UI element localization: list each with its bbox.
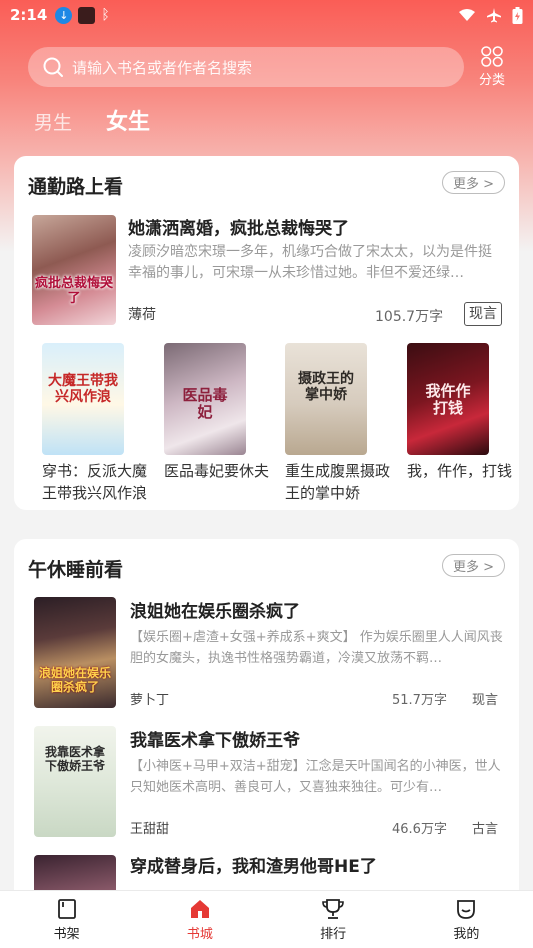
book-item[interactable]: 浪姐她在娱乐圈杀疯了 浪姐她在娱乐圈杀疯了 【娱乐圈+虐渣+女强+养成系+爽文】…	[14, 597, 519, 717]
section-title: 午休睡前看	[28, 559, 124, 581]
cover-title: 疯批总裁悔哭了	[34, 276, 113, 306]
book-author: 王甜甜	[130, 822, 170, 837]
status-time: 2:14	[10, 6, 48, 24]
book-cover: 我仵作打钱	[407, 343, 489, 455]
book-title: 浪姐她在娱乐圈杀疯了	[130, 602, 300, 622]
nav-ranking[interactable]: 排行	[267, 891, 400, 948]
app-notification-icon	[78, 6, 96, 24]
book-author: 薄荷	[128, 307, 156, 323]
book-genre: 古言	[472, 822, 499, 837]
featured-book[interactable]: 疯批总裁悔哭了 她潇洒离婚，疯批总裁悔哭了 凌顾汐暗恋宋璟一多年，机缘巧合做了宋…	[14, 156, 519, 326]
wifi-icon	[459, 9, 475, 21]
book-word-count: 51.7万字	[392, 693, 447, 708]
trophy-icon	[322, 899, 344, 919]
book-title: 穿书：反派大魔王带我兴风作浪	[42, 462, 148, 502]
book-word-count: 105.7万字	[375, 309, 444, 325]
nav-label: 我的	[453, 927, 480, 942]
nav-label: 书城	[186, 927, 213, 942]
book-item[interactable]: 大魔王带我兴风作浪 穿书：反派大魔王带我兴风作浪	[14, 343, 147, 502]
status-bar: 2:14 ↓ ᛒ	[0, 0, 533, 30]
book-cover: 医品毒妃	[164, 343, 246, 455]
cover-title: 摄政王的掌中娇	[298, 371, 354, 404]
book-cover: 我靠医术拿下傲娇王爷	[34, 726, 116, 837]
nav-label: 排行	[320, 927, 347, 942]
book-title: 我靠医术拿下傲娇王爷	[130, 731, 300, 751]
book-title: 她潇洒离婚，疯批总裁悔哭了	[128, 219, 349, 239]
book-item[interactable]: 我靠医术拿下傲娇王爷 我靠医术拿下傲娇王爷 【小神医+马甲+双洁+甜宠】江念是天…	[14, 726, 519, 846]
search-row: 请输入书名或者作者名搜索 分类	[28, 46, 518, 88]
book-cover: 摄政王的掌中娇	[285, 343, 367, 455]
search-placeholder: 请输入书名或者作者名搜索	[72, 58, 253, 77]
nav-bookstore[interactable]: 书城	[133, 891, 266, 948]
book-word-count: 46.6万字	[392, 822, 447, 837]
book-genre-tag: 现言	[464, 302, 502, 326]
tab-male[interactable]: 男生	[34, 108, 72, 135]
search-input[interactable]: 请输入书名或者作者名搜索	[28, 47, 464, 87]
section-nap: 午休睡前看 更多 > 浪姐她在娱乐圈杀疯了 浪姐她在娱乐圈杀疯了 【娱乐圈+虐渣…	[14, 539, 519, 909]
cover-title: 浪姐她在娱乐圈杀疯了	[38, 666, 111, 694]
more-button[interactable]: 更多 >	[441, 554, 505, 577]
gender-tabs: 男生 女生	[34, 104, 150, 136]
book-item[interactable]: 医品毒妃 医品毒妃要休夫	[136, 343, 269, 480]
category-button[interactable]: 分类	[474, 46, 510, 88]
book-item[interactable]: 摄政王的掌中娇 重生成腹黑摄政王的掌中娇	[257, 343, 390, 502]
nav-label: 书架	[53, 927, 80, 942]
nav-bookshelf[interactable]: 书架	[0, 891, 133, 948]
book-description: 凌顾汐暗恋宋璟一多年，机缘巧合做了宋太太，以为是件挺幸福的事儿，可宋璟一从未珍惜…	[128, 244, 492, 281]
category-label: 分类	[478, 73, 505, 88]
tab-female[interactable]: 女生	[106, 104, 150, 136]
book-title: 穿成替身后，我和渣男他哥HE了	[130, 857, 377, 877]
profile-icon	[457, 900, 476, 919]
book-title: 我，仵作，打钱	[407, 462, 513, 480]
bookstore-icon	[190, 900, 209, 918]
book-description: 【娱乐圈+虐渣+女强+养成系+爽文】 作为娱乐圈里人人闻风丧胆的女魔头，执逸书性…	[130, 630, 503, 666]
nav-profile[interactable]: 我的	[400, 891, 533, 948]
cover-title: 我靠医术拿下傲娇王爷	[44, 745, 105, 773]
book-title: 医品毒妃要休夫	[164, 462, 270, 480]
search-icon	[43, 57, 63, 77]
cover-title: 医品毒妃	[182, 386, 228, 422]
book-title: 重生成腹黑摄政王的掌中娇	[285, 462, 391, 502]
book-item[interactable]: 我仵作打钱 我，仵作，打钱	[379, 343, 512, 480]
book-description: 【小神医+马甲+双洁+甜宠】江念是天叶国闻名的小神医，世人只知她医术高明、善良可…	[130, 759, 501, 795]
download-icon: ↓	[55, 6, 73, 24]
cover-title: 大魔王带我兴风作浪	[48, 373, 118, 406]
airplane-icon	[487, 8, 501, 23]
category-icon	[481, 46, 503, 67]
book-genre: 现言	[472, 693, 499, 708]
cover-title: 我仵作打钱	[425, 382, 471, 418]
book-cover: 大魔王带我兴风作浪	[42, 343, 124, 455]
book-author: 萝卜丁	[130, 693, 170, 708]
battery-icon	[512, 6, 523, 24]
book-cover: 浪姐她在娱乐圈杀疯了	[34, 597, 116, 708]
section-commute: 通勤路上看 更多 > 疯批总裁悔哭了 她潇洒离婚，疯批总裁悔哭了 凌顾汐暗恋宋璟…	[14, 156, 519, 510]
bluetooth-icon: ᛒ	[101, 7, 110, 23]
book-cover: 疯批总裁悔哭了	[32, 215, 116, 325]
status-indicators	[458, 6, 523, 24]
bookshelf-icon	[57, 899, 76, 919]
bottom-nav: 书架 书城 排行 我的	[0, 890, 533, 948]
